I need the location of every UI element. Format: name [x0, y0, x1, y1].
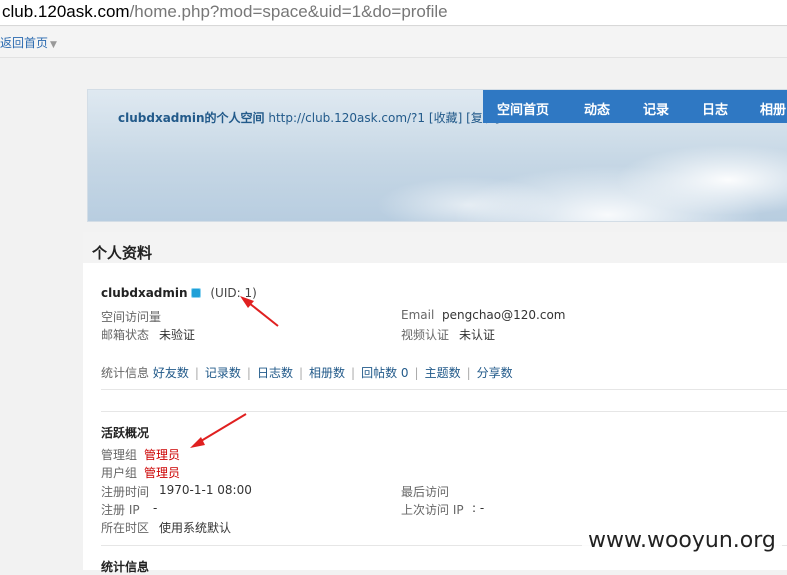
nav-item-space-home[interactable]: 空间首页: [497, 99, 549, 118]
email-label: Email: [401, 308, 435, 322]
back-home-link[interactable]: 返回首页 ▼: [0, 34, 57, 51]
nav-item-blog[interactable]: 日志: [702, 99, 728, 118]
back-home-label: 返回首页: [0, 36, 49, 50]
nav-item-album[interactable]: 相册: [760, 99, 786, 118]
user-group-value[interactable]: 管理员: [144, 464, 180, 481]
section-divider: [101, 411, 787, 412]
stats-link-blogs[interactable]: 日志数: [257, 366, 293, 380]
user-group-label: 用户组: [101, 466, 138, 480]
mail-status-value: 未验证: [159, 328, 196, 342]
video-auth-label: 视频认证: [401, 328, 450, 342]
reg-ip-value: -: [153, 501, 158, 515]
space-title-row: clubdxadmin的个人空间 http://club.120ask.com/…: [118, 109, 499, 126]
uid-label: (UID: 1): [210, 286, 257, 300]
last-ip-value: : -: [472, 501, 485, 515]
stats-link-replies[interactable]: 回帖数 0: [361, 366, 408, 380]
reg-ip-label: 注册 IP: [101, 503, 140, 517]
space-banner: clubdxadmin的个人空间 http://club.120ask.com/…: [87, 89, 787, 222]
username: clubdxadmin: [101, 286, 188, 300]
stats-heading: 统计信息: [101, 560, 150, 574]
username-row: clubdxadmin (UID: 1): [101, 286, 257, 300]
admin-group-label: 管理组: [101, 448, 138, 462]
url-path: /home.php?mod=space&uid=1&do=profile: [129, 2, 448, 21]
site-topbar: 返回首页 ▼: [0, 27, 787, 58]
divider: |: [194, 366, 199, 380]
reg-time-value: 1970-1-1 08:00: [159, 483, 252, 497]
divider: |: [351, 366, 356, 380]
space-title: clubdxadmin的个人空间: [118, 111, 265, 125]
divider: |: [466, 366, 471, 380]
video-auth-value: 未认证: [459, 328, 496, 342]
stats-links-row: 统计信息 好友数 | 记录数 | 日志数 | 相册数 | 回帖数 0 | 主题数 | 分享数: [101, 364, 513, 381]
stats-link-records[interactable]: 记录数: [205, 366, 241, 380]
last-visit-label: 最后访问: [401, 485, 450, 499]
online-status-icon: [190, 288, 201, 298]
page-title: 个人资料: [92, 244, 153, 262]
stats-link-albums[interactable]: 相册数: [309, 366, 345, 380]
profile-panel: 个人资料 clubdxadmin (UID: 1) 空间访问量 Email pe…: [83, 232, 787, 574]
stats-link-threads[interactable]: 主题数: [425, 366, 461, 380]
space-nav: 空间首页 动态 记录 日志 相册: [483, 90, 787, 123]
profile-header: 个人资料: [83, 232, 787, 263]
divider: |: [414, 366, 419, 380]
activity-heading: 活跃概况: [101, 426, 150, 440]
watermark: www.wooyun.org: [582, 528, 782, 553]
divider: |: [246, 366, 251, 380]
chevron-down-icon: ▼: [50, 40, 57, 50]
section-divider: [101, 389, 787, 390]
reg-time-label: 注册时间: [101, 485, 150, 499]
email-value: pengchao@120.com: [442, 308, 566, 322]
address-bar[interactable]: club.120ask.com/home.php?mod=space&uid=1…: [0, 0, 787, 26]
mail-status-label: 邮箱状态: [101, 328, 150, 342]
visits-label: 空间访问量: [101, 310, 162, 324]
stats-link-friends[interactable]: 好友数: [153, 366, 189, 380]
divider: |: [298, 366, 304, 380]
url-domain: club.120ask.com: [2, 2, 130, 21]
last-ip-label: 上次访问 IP: [401, 503, 464, 517]
nav-item-records[interactable]: 记录: [643, 99, 669, 118]
nav-item-feed[interactable]: 动态: [584, 99, 610, 118]
timezone-label: 所在时区: [101, 521, 150, 535]
admin-group-value[interactable]: 管理员: [144, 446, 180, 463]
favorite-link[interactable]: [收藏]: [429, 111, 462, 125]
space-url[interactable]: http://club.120ask.com/?1: [268, 111, 425, 125]
stats-link-shares[interactable]: 分享数: [477, 366, 513, 380]
stats-label: 统计信息: [101, 366, 150, 380]
timezone-value: 使用系统默认: [159, 521, 232, 535]
